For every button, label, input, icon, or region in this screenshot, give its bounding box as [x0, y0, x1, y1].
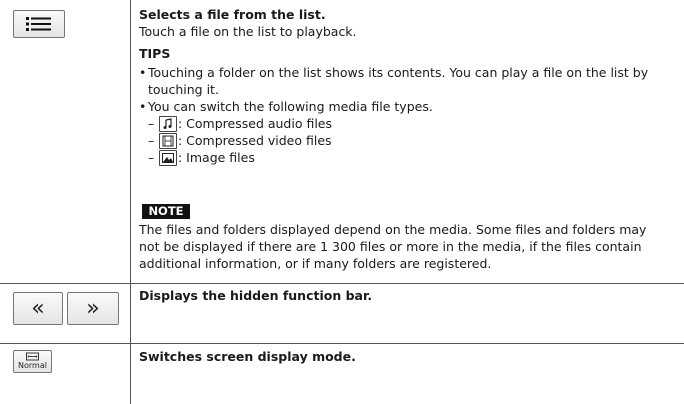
row3-title: Switches screen display mode.: [139, 349, 356, 364]
note-line-2: not be displayed if there are 1 300 file…: [139, 239, 642, 254]
film-icon: [159, 133, 177, 149]
note-line-3: additional information, or if many folde…: [139, 256, 492, 271]
bullet: •: [139, 65, 147, 80]
bullet: •: [139, 99, 147, 114]
note-badge: NOTE: [142, 204, 190, 219]
tips-heading: TIPS: [139, 46, 171, 61]
image-icon: [159, 150, 177, 166]
row2-title: Displays the hidden function bar.: [139, 288, 373, 303]
tip1-line2: touching it.: [148, 82, 219, 97]
dash: –: [148, 116, 155, 131]
tip1-line1: Touching a folder on the list shows its …: [148, 65, 649, 80]
type-label-audio: : Compressed audio files: [178, 116, 333, 131]
music-note-icon: [159, 116, 177, 132]
list-button[interactable]: [13, 10, 65, 38]
double-chevron-left-icon: «: [31, 296, 45, 321]
screen-mode-button[interactable]: Normal: [13, 350, 52, 373]
type-label-image: : Image files: [178, 150, 255, 165]
row1-title: Selects a file from the list.: [139, 7, 326, 22]
dash: –: [148, 133, 155, 148]
row-divider: [0, 343, 684, 344]
dash: –: [148, 150, 155, 165]
scroll-left-button[interactable]: «: [13, 292, 63, 325]
double-chevron-right-icon: »: [86, 296, 100, 321]
row1-description: Touch a file on the list to playback.: [139, 24, 357, 39]
note-line-1: The files and folders displayed depend o…: [139, 222, 647, 237]
scroll-right-button[interactable]: »: [67, 292, 119, 325]
screen-mode-label: Normal: [18, 361, 47, 370]
tip2: You can switch the following media file …: [148, 99, 433, 114]
list-icon: [26, 17, 51, 31]
type-label-video: : Compressed video files: [178, 133, 332, 148]
row-divider: [0, 283, 684, 284]
